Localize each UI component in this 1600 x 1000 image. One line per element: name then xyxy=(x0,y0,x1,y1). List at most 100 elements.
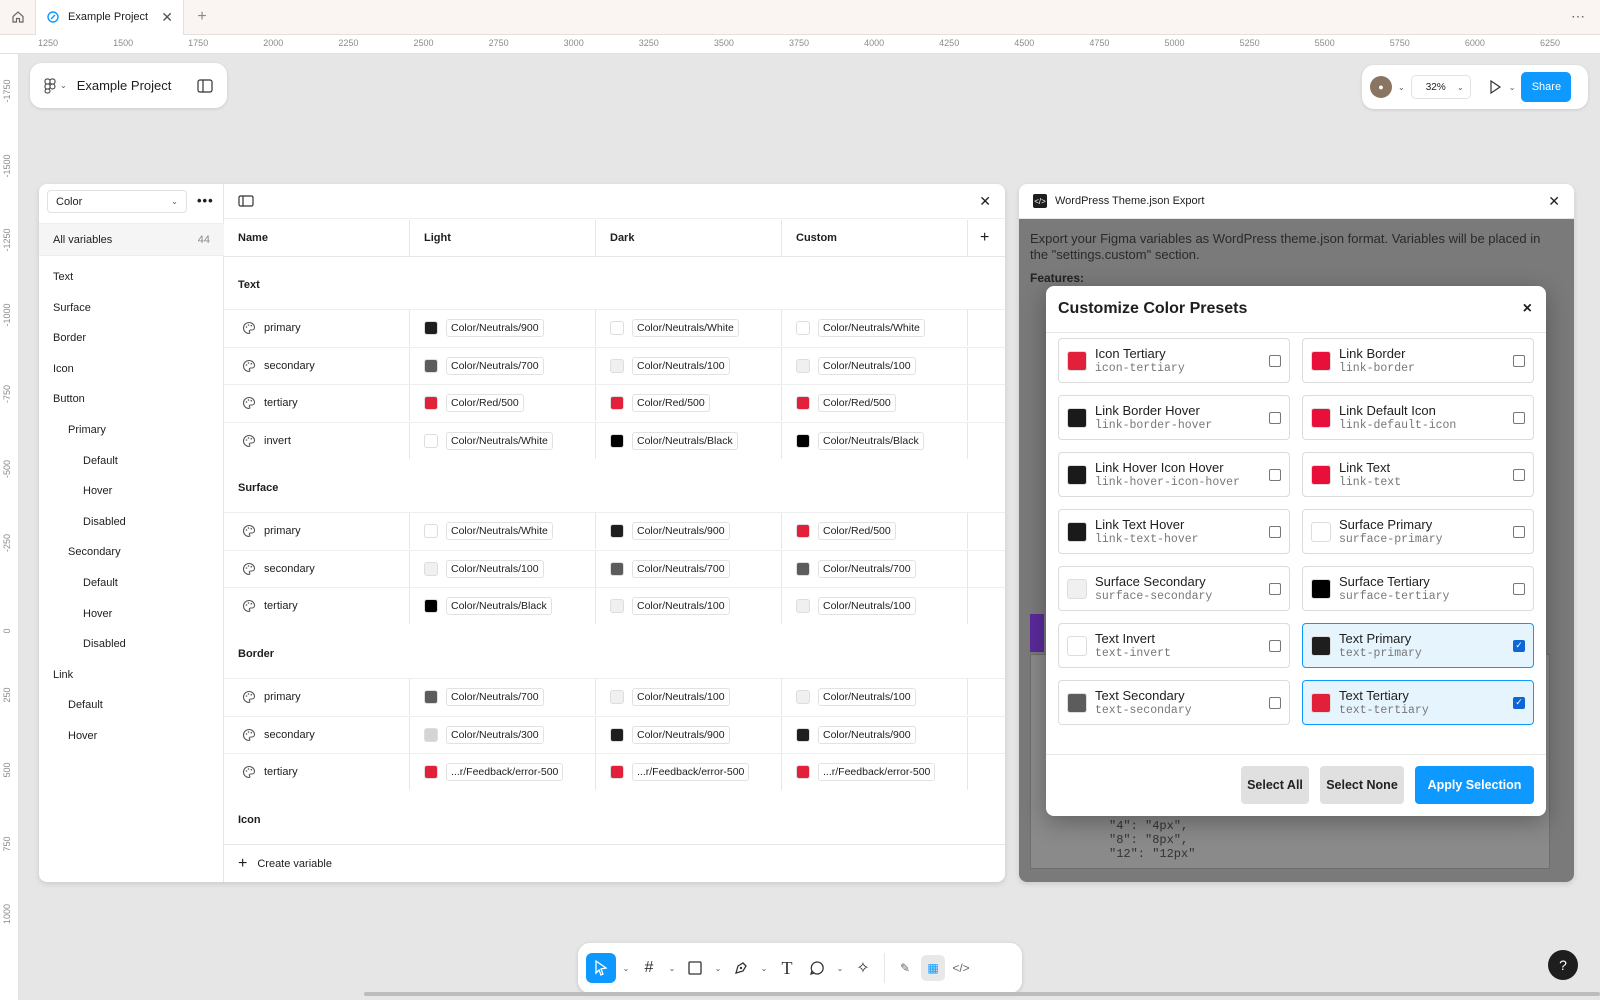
alias-pill[interactable]: Color/Neutrals/White xyxy=(446,431,553,450)
column-header-dark[interactable]: Dark xyxy=(596,220,782,256)
preset-checkbox[interactable] xyxy=(1269,696,1281,709)
alias-pill[interactable]: Color/Neutrals/900 xyxy=(446,319,544,337)
group-item[interactable]: Text xyxy=(53,271,73,283)
text-tool[interactable]: T xyxy=(774,953,800,983)
more-icon[interactable]: ••• xyxy=(197,193,214,208)
move-tool[interactable] xyxy=(586,953,616,983)
dark-value-cell[interactable]: Color/Neutrals/900 xyxy=(596,513,782,549)
light-value-cell[interactable]: Color/Neutrals/White xyxy=(410,422,596,459)
ai-tool[interactable]: ✧ xyxy=(850,953,876,983)
alias-pill[interactable]: Color/Neutrals/300 xyxy=(446,725,544,744)
light-value-cell[interactable]: Color/Neutrals/300 xyxy=(410,716,596,753)
close-icon[interactable]: ✕ xyxy=(1548,193,1560,210)
avatar[interactable]: ● xyxy=(1370,76,1392,98)
light-value-cell[interactable]: Color/Neutrals/White xyxy=(410,513,596,549)
dark-value-cell[interactable]: Color/Neutrals/100 xyxy=(596,679,782,715)
variable-name-cell[interactable]: invert xyxy=(224,422,410,459)
group-item[interactable]: Disabled xyxy=(83,516,126,528)
close-tab-icon[interactable]: ✕ xyxy=(161,9,173,26)
alias-pill[interactable]: Color/Neutrals/100 xyxy=(818,597,916,615)
select-none-button[interactable]: Select None xyxy=(1320,766,1404,804)
alias-pill[interactable]: Color/Neutrals/900 xyxy=(818,725,916,744)
preset-checkbox[interactable] xyxy=(1269,411,1281,424)
group-item[interactable]: Default xyxy=(83,577,118,589)
collection-select[interactable]: Color ⌄ xyxy=(47,190,187,213)
group-item[interactable]: Border xyxy=(53,332,86,344)
variable-name-cell[interactable]: tertiary xyxy=(224,588,410,624)
alias-pill[interactable]: ...r/Feedback/error-500 xyxy=(818,763,936,781)
color-preset-option[interactable]: Surface Tertiary surface-tertiary xyxy=(1302,566,1534,611)
custom-value-cell[interactable]: Color/Neutrals/Black xyxy=(782,422,968,459)
alias-pill[interactable]: Color/Neutrals/700 xyxy=(446,356,544,375)
toggle-sidebar-icon[interactable] xyxy=(197,78,213,93)
alias-pill[interactable]: Color/Neutrals/100 xyxy=(632,597,730,615)
group-item[interactable]: Surface xyxy=(53,302,91,314)
column-header-custom[interactable]: Custom xyxy=(782,220,968,256)
preset-checkbox[interactable] xyxy=(1513,468,1525,481)
preset-checkbox[interactable] xyxy=(1269,639,1281,652)
table-row[interactable]: secondary Color/Neutrals/100 Color/Neutral… xyxy=(224,549,1005,587)
dev-mode[interactable]: </> xyxy=(949,955,973,981)
custom-value-cell[interactable]: ...r/Feedback/error-500 xyxy=(782,754,968,790)
more-options-icon[interactable]: ⋯ xyxy=(1571,8,1586,25)
alias-pill[interactable]: Color/Neutrals/100 xyxy=(632,356,730,375)
custom-value-cell[interactable]: Color/Neutrals/100 xyxy=(782,588,968,624)
draw-mode[interactable]: ✎ xyxy=(893,955,917,981)
dark-value-cell[interactable]: Color/Red/500 xyxy=(596,385,782,421)
dark-value-cell[interactable]: Color/Neutrals/100 xyxy=(596,588,782,624)
group-item[interactable]: Button xyxy=(53,393,85,405)
column-header-name[interactable]: Name xyxy=(224,220,410,256)
close-icon[interactable]: × xyxy=(1523,300,1532,318)
group-item[interactable]: Default xyxy=(68,699,103,711)
variable-name-cell[interactable]: secondary xyxy=(224,716,410,753)
color-preset-option[interactable]: Surface Secondary surface-secondary xyxy=(1058,566,1290,611)
custom-value-cell[interactable]: Color/Neutrals/100 xyxy=(782,347,968,384)
design-mode[interactable]: ▦ xyxy=(921,955,945,981)
table-row[interactable]: primary Color/Neutrals/900 Color/Neutrals/… xyxy=(224,309,1005,346)
preset-checkbox[interactable] xyxy=(1513,582,1525,595)
preset-checkbox[interactable] xyxy=(1513,354,1525,367)
shape-tool[interactable] xyxy=(682,953,708,983)
group-item[interactable]: Icon xyxy=(53,363,74,375)
custom-value-cell[interactable]: Color/Red/500 xyxy=(782,385,968,421)
preset-checkbox[interactable] xyxy=(1269,525,1281,538)
custom-value-cell[interactable]: Color/Neutrals/100 xyxy=(782,679,968,715)
dark-value-cell[interactable]: Color/Neutrals/White xyxy=(596,310,782,346)
alias-pill[interactable]: Color/Neutrals/Black xyxy=(818,431,924,450)
custom-value-cell[interactable]: Color/Neutrals/White xyxy=(782,310,968,346)
group-item[interactable]: Hover xyxy=(83,485,112,497)
chevron-down-icon[interactable]: ⌄ xyxy=(758,964,770,973)
table-row[interactable]: primary Color/Neutrals/White Color/Neutral… xyxy=(224,512,1005,549)
variable-name-cell[interactable]: primary xyxy=(224,513,410,549)
table-row[interactable]: primary Color/Neutrals/700 Color/Neutrals/… xyxy=(224,678,1005,715)
custom-value-cell[interactable]: Color/Neutrals/700 xyxy=(782,550,968,587)
alias-pill[interactable]: Color/Neutrals/900 xyxy=(632,725,730,744)
chevron-down-icon[interactable]: ⌄ xyxy=(620,964,632,973)
group-item[interactable]: Hover xyxy=(68,730,97,742)
color-preset-option[interactable]: Text Tertiary text-tertiary ✓ xyxy=(1302,680,1534,725)
group-item[interactable]: Disabled xyxy=(83,638,126,650)
alias-pill[interactable]: Color/Neutrals/100 xyxy=(818,688,916,706)
color-preset-option[interactable]: Text Secondary text-secondary xyxy=(1058,680,1290,725)
color-preset-option[interactable]: Link Border Hover link-border-hover xyxy=(1058,395,1290,440)
variable-name-cell[interactable]: primary xyxy=(224,679,410,715)
alias-pill[interactable]: Color/Neutrals/Black xyxy=(632,431,738,450)
group-item[interactable]: Primary xyxy=(68,424,106,436)
group-item[interactable]: Secondary xyxy=(68,546,121,558)
group-item[interactable]: Default xyxy=(83,455,118,467)
preset-checkbox[interactable] xyxy=(1269,354,1281,367)
dark-value-cell[interactable]: Color/Neutrals/900 xyxy=(596,716,782,753)
chevron-down-icon[interactable]: ⌄ xyxy=(834,964,846,973)
custom-value-cell[interactable]: Color/Red/500 xyxy=(782,513,968,549)
color-preset-option[interactable]: Link Default Icon link-default-icon xyxy=(1302,395,1534,440)
preset-checkbox[interactable] xyxy=(1513,411,1525,424)
frame-tool[interactable]: # xyxy=(636,953,662,983)
table-row[interactable]: tertiary Color/Neutrals/Black Color/Neutra… xyxy=(224,587,1005,624)
all-variables-item[interactable]: All variables 44 xyxy=(39,223,224,256)
alias-pill[interactable]: Color/Neutrals/100 xyxy=(818,356,916,375)
alias-pill[interactable]: Color/Neutrals/100 xyxy=(632,688,730,706)
home-tab[interactable] xyxy=(0,0,36,35)
table-row[interactable]: secondary Color/Neutrals/300 Color/Neutral… xyxy=(224,715,1005,753)
light-value-cell[interactable]: ...r/Feedback/error-500 xyxy=(410,754,596,790)
chevron-down-icon[interactable]: ⌄ xyxy=(666,964,678,973)
